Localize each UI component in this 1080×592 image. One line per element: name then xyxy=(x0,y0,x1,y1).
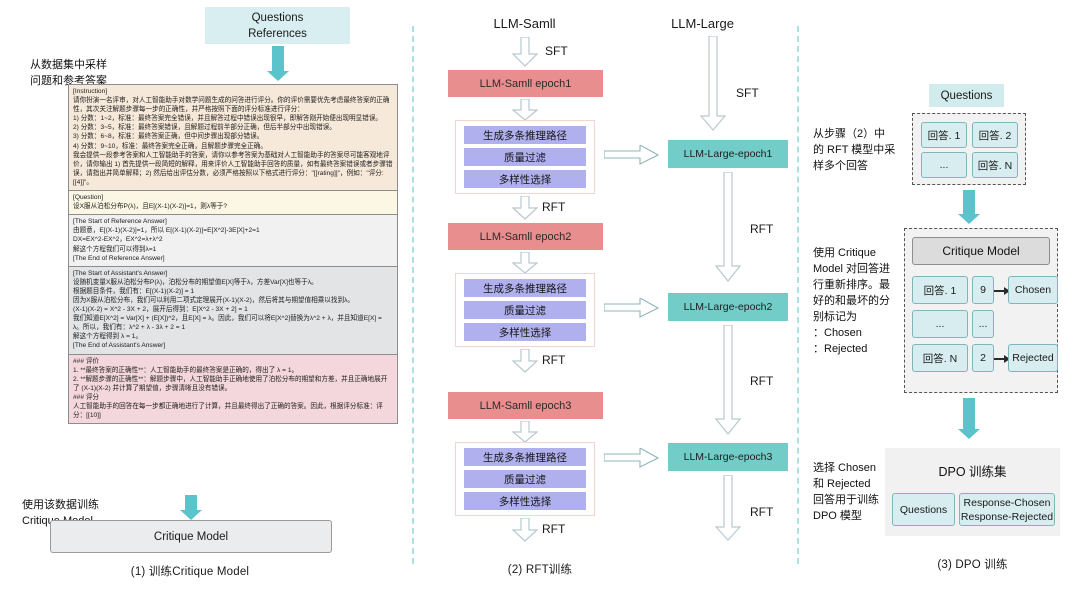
llm-small-epoch3-box[interactable]: LLM-Samll epoch3 xyxy=(448,392,603,419)
critique-model-box[interactable]: Critique Model xyxy=(50,520,332,553)
arrow-small2-to-pipeline xyxy=(512,252,538,274)
label-rft-large-3: RFT xyxy=(750,505,774,519)
segment-question: [Question] 设X服从泊松分布P(λ)，且E[(X-1)(X-2)]=1… xyxy=(69,191,397,216)
arrow-small-to-large-2 xyxy=(604,298,659,318)
questions-references-header: Questions References xyxy=(205,7,350,44)
critique-model-header: Critique Model xyxy=(912,237,1050,265)
arrow-large-sft xyxy=(700,36,726,131)
arrow-large-rft-2 xyxy=(715,325,741,435)
pipeline-step-quality-filter[interactable]: 质量过滤 xyxy=(464,148,586,166)
arrow-pipeline3-rft xyxy=(512,518,538,542)
pipeline-step-diversity-select[interactable]: 多样性选择 xyxy=(464,170,586,188)
rank-answer-n[interactable]: 回答. N xyxy=(912,344,968,372)
label-rft-small-2: RFT xyxy=(542,353,566,367)
arrow-small-sft xyxy=(512,37,538,67)
column-divider-1 xyxy=(412,26,414,564)
llm-large-epoch3-box[interactable]: LLM-Large-epoch3 xyxy=(668,443,788,471)
rft-pipeline-3: 生成多条推理路径 质量过滤 多样性选择 xyxy=(455,442,595,516)
caption-step-1: (1) 训练Critique Model xyxy=(130,566,250,578)
segment-reference-answer: [The Start of Reference Answer] 由题意，E[(X… xyxy=(69,215,397,267)
dpo-dataset-title: DPO 训练集 xyxy=(938,465,1007,479)
arrow-small-to-large-3 xyxy=(604,448,659,468)
caption-step-3: (3) DPO 训练 xyxy=(937,559,1008,571)
llm-small-title: LLM-Samll xyxy=(493,16,556,31)
diagram-canvas: Questions References 从数据集中采样 问题和参考答案 [In… xyxy=(0,0,1080,592)
pipeline-step-generate[interactable]: 生成多条推理路径 xyxy=(464,279,586,297)
label-rft-small-3: RFT xyxy=(542,522,566,536)
sample-answers-note: 从步骤（2）中 的 RFT 模型中采 样多个回答 xyxy=(813,128,896,172)
chosen-label: Chosen xyxy=(1008,276,1058,304)
dpo-response-chosen: Response-Chosen xyxy=(963,496,1051,509)
column-divider-2 xyxy=(797,26,799,564)
dpo-response-rejected: Response-Rejected xyxy=(960,510,1054,523)
segment-assistant-answer: [The Start of Assistant's Answer] 设随机变量X… xyxy=(69,266,397,355)
sampling-note-line1: 从数据集中采样 xyxy=(30,59,107,71)
label-rft-small-1: RFT xyxy=(542,200,566,214)
caption-step-2: (2) RFT训练 xyxy=(507,564,573,576)
critique-rerank-note: 使用 Critique Model 对回答进 行重新排序。最 好的和最坏的分 别… xyxy=(813,247,891,355)
questions-label: Questions xyxy=(251,11,304,24)
segment-evaluation: ### 评价 1. **最终答案的正确性**：人工智能助手的最终答案是正确的，得… xyxy=(69,354,397,424)
right-questions-box: Questions xyxy=(929,84,1004,107)
label-sft-small: SFT xyxy=(545,44,568,58)
arrow-to-rejected xyxy=(994,355,1010,362)
arrow-small1-to-pipeline xyxy=(512,99,538,121)
arrow-header-to-prompt xyxy=(267,46,289,81)
rank-score-ellipsis: ... xyxy=(972,310,994,338)
arrow-large-rft-3 xyxy=(715,475,741,541)
dpo-response-box[interactable]: Response-Chosen Response-Rejected xyxy=(959,493,1055,526)
arrow-answers-to-critique xyxy=(958,190,980,224)
arrow-critique-to-dpo xyxy=(958,398,980,439)
train-critique-note-line1: 使用该数据训练 xyxy=(22,499,99,511)
pipeline-step-quality-filter[interactable]: 质量过滤 xyxy=(464,470,586,488)
label-rft-large-1: RFT xyxy=(750,222,774,236)
answer-box-1[interactable]: 回答. 1 xyxy=(921,122,967,148)
arrow-small-to-large-1 xyxy=(604,145,659,165)
llm-large-epoch2-box[interactable]: LLM-Large-epoch2 xyxy=(668,293,788,321)
dpo-note: 选择 Chosen 和 Rejected 回答用于训练 DPO 模型 xyxy=(813,462,879,522)
segment-instruction: [Instruction] 请你扮演一名评审，对人工智能助手对数学问题生成的问答… xyxy=(69,85,397,192)
label-rft-large-2: RFT xyxy=(750,374,774,388)
rft-pipeline-2: 生成多条推理路径 质量过滤 多样性选择 xyxy=(455,273,595,347)
dpo-questions-box[interactable]: Questions xyxy=(892,493,955,526)
llm-small-epoch1-box[interactable]: LLM-Samll epoch1 xyxy=(448,70,603,97)
rank-score-n: 2 xyxy=(972,344,994,372)
label-sft-large: SFT xyxy=(736,86,759,100)
rft-pipeline-1: 生成多条推理路径 质量过滤 多样性选择 xyxy=(455,120,595,194)
pipeline-step-diversity-select[interactable]: 多样性选择 xyxy=(464,492,586,510)
arrow-pipeline2-rft xyxy=(512,349,538,373)
rank-answer-1[interactable]: 回答. 1 xyxy=(912,276,968,304)
llm-large-title: LLM-Large xyxy=(671,16,734,31)
answer-box-n[interactable]: 回答. N xyxy=(972,152,1018,178)
pipeline-step-generate[interactable]: 生成多条推理路径 xyxy=(464,126,586,144)
llm-small-epoch2-box[interactable]: LLM-Samll epoch2 xyxy=(448,223,603,250)
pipeline-step-quality-filter[interactable]: 质量过滤 xyxy=(464,301,586,319)
pipeline-step-diversity-select[interactable]: 多样性选择 xyxy=(464,323,586,341)
arrow-pipeline1-rft xyxy=(512,196,538,220)
rank-answer-ellipsis[interactable]: ... xyxy=(912,310,968,338)
rank-score-1: 9 xyxy=(972,276,994,304)
answer-box-ellipsis[interactable]: ... xyxy=(921,152,967,178)
answer-box-2[interactable]: 回答. 2 xyxy=(972,122,1018,148)
references-label: References xyxy=(248,27,307,40)
pipeline-step-generate[interactable]: 生成多条推理路径 xyxy=(464,448,586,466)
prompt-card: [Instruction] 请你扮演一名评审，对人工智能助手对数学问题生成的问答… xyxy=(68,84,398,425)
arrow-prompt-to-critique xyxy=(180,495,202,520)
llm-large-epoch1-box[interactable]: LLM-Large-epoch1 xyxy=(668,140,788,168)
arrow-to-chosen xyxy=(994,287,1010,294)
arrow-large-rft-1 xyxy=(715,172,741,282)
rejected-label: Rejected xyxy=(1008,344,1058,372)
arrow-small3-to-pipeline xyxy=(512,421,538,443)
